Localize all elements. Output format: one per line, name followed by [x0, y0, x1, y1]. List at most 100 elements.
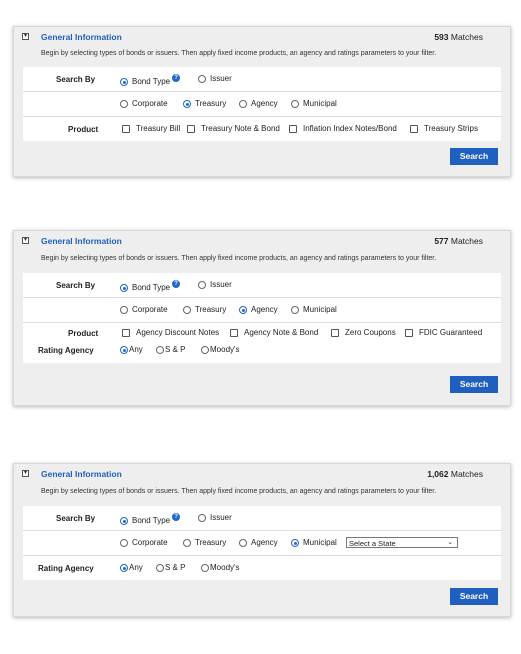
radio-icon[interactable]: [201, 564, 209, 572]
checkbox-inflation-index[interactable]: Inflation Index Notes/Bond: [289, 124, 397, 133]
checkbox-fdic-guaranteed[interactable]: FDIC Guaranteed: [405, 328, 482, 337]
radio-icon[interactable]: [291, 100, 299, 108]
search-button[interactable]: Search: [450, 148, 498, 165]
collapse-toggle-icon[interactable]: ▾: [22, 33, 29, 40]
radio-any[interactable]: Any: [120, 345, 143, 354]
radio-corporate[interactable]: Corporate: [120, 538, 168, 547]
radio-icon[interactable]: [198, 514, 206, 522]
checkbox-icon[interactable]: [410, 125, 418, 133]
help-icon[interactable]: ?: [172, 74, 181, 82]
radio-treasury[interactable]: Treasury: [183, 305, 226, 314]
panel-description: Begin by selecting types of bonds or iss…: [41, 255, 437, 262]
state-select[interactable]: Select a State ⌄: [346, 537, 458, 548]
search-by-row: Search By Bond Type? Issuer: [23, 273, 501, 297]
radio-icon[interactable]: [239, 539, 247, 547]
collapse-toggle-icon[interactable]: ▾: [22, 237, 29, 244]
radio-municipal[interactable]: Municipal: [291, 99, 337, 108]
panel-title[interactable]: General Information: [41, 32, 122, 42]
radio-issuer[interactable]: Issuer: [198, 280, 232, 289]
product-label: Product: [68, 329, 99, 338]
radio-treasury[interactable]: Treasury: [183, 538, 226, 547]
radio-icon-selected[interactable]: [239, 306, 247, 314]
radio-icon[interactable]: [120, 539, 128, 547]
radio-icon-selected[interactable]: [120, 517, 128, 525]
radio-municipal[interactable]: Municipal: [291, 538, 337, 547]
radio-icon[interactable]: [201, 346, 209, 354]
rating-agency-label: Rating Agency: [38, 564, 94, 573]
rating-agency-row: Rating Agency Any S & P Moody's: [23, 343, 501, 363]
radio-bond-type[interactable]: Bond Type?: [120, 513, 181, 525]
search-button[interactable]: Search: [450, 588, 498, 605]
checkbox-treasury-note-bond[interactable]: Treasury Note & Bond: [187, 124, 280, 133]
radio-any[interactable]: Any: [120, 563, 143, 572]
radio-icon[interactable]: [120, 306, 128, 314]
radio-icon[interactable]: [239, 100, 247, 108]
checkbox-icon[interactable]: [122, 125, 130, 133]
radio-icon-selected[interactable]: [120, 564, 128, 572]
checkbox-icon[interactable]: [331, 329, 339, 337]
radio-moodys[interactable]: Moody's: [201, 563, 240, 572]
radio-icon-selected[interactable]: [291, 539, 299, 547]
search-by-row: Search By Bond Type? Issuer: [23, 506, 501, 530]
radio-icon-selected[interactable]: [183, 100, 191, 108]
radio-icon[interactable]: [198, 281, 206, 289]
radio-corporate[interactable]: Corporate: [120, 99, 168, 108]
checkbox-icon[interactable]: [230, 329, 238, 337]
radio-icon-selected[interactable]: [120, 284, 128, 292]
product-row: Product Treasury Bill Treasury Note & Bo…: [23, 116, 501, 141]
radio-bond-type[interactable]: Bond Type?: [120, 74, 181, 86]
radio-municipal[interactable]: Municipal: [291, 305, 337, 314]
product-row: Product Agency Discount Notes Agency Not…: [23, 322, 501, 343]
radio-icon-selected[interactable]: [120, 346, 128, 354]
state-dropdown[interactable]: Select a State ⌄: [346, 537, 458, 548]
checkbox-treasury-bill[interactable]: Treasury Bill: [122, 124, 180, 133]
rating-agency-label: Rating Agency: [38, 346, 94, 355]
bond-type-row: Corporate Treasury Agency Municipal Sele…: [23, 530, 501, 555]
radio-icon[interactable]: [198, 75, 206, 83]
search-by-label: Search By: [56, 75, 96, 84]
chevron-down-icon: ⌄: [447, 539, 453, 546]
radio-sp[interactable]: S & P: [156, 563, 185, 572]
radio-agency[interactable]: Agency: [239, 305, 278, 314]
checkbox-icon[interactable]: [122, 329, 130, 337]
checkbox-agency-discount-notes[interactable]: Agency Discount Notes: [122, 328, 219, 337]
radio-icon[interactable]: [183, 539, 191, 547]
filter-panel-municipal: ▾ General Information 1,062 Matches Begi…: [13, 463, 511, 617]
filter-panel-treasury: ▾ General Information 593 Matches Begin …: [13, 26, 511, 177]
radio-icon[interactable]: [156, 564, 164, 572]
radio-icon[interactable]: [291, 306, 299, 314]
radio-issuer[interactable]: Issuer: [198, 513, 232, 522]
help-icon[interactable]: ?: [172, 513, 181, 521]
checkbox-icon[interactable]: [187, 125, 195, 133]
radio-bond-type[interactable]: Bond Type?: [120, 280, 181, 292]
filter-rows: Search By Bond Type? Issuer Corporate Tr…: [23, 67, 501, 141]
panel-header: ▾ General Information 577 Matches: [14, 231, 510, 248]
radio-sp[interactable]: S & P: [156, 345, 185, 354]
search-by-label: Search By: [56, 514, 96, 523]
checkbox-treasury-strips[interactable]: Treasury Strips: [410, 124, 478, 133]
radio-agency[interactable]: Agency: [239, 538, 278, 547]
checkbox-icon[interactable]: [289, 125, 297, 133]
radio-moodys[interactable]: Moody's: [201, 345, 240, 354]
checkbox-icon[interactable]: [405, 329, 413, 337]
radio-icon[interactable]: [156, 346, 164, 354]
filter-rows: Search By Bond Type? Issuer Corporate Tr…: [23, 506, 501, 580]
search-by-row: Search By Bond Type? Issuer: [23, 67, 501, 91]
radio-issuer[interactable]: Issuer: [198, 74, 232, 83]
radio-icon[interactable]: [183, 306, 191, 314]
help-icon[interactable]: ?: [172, 280, 181, 288]
checkbox-zero-coupons[interactable]: Zero Coupons: [331, 328, 396, 337]
radio-agency[interactable]: Agency: [239, 99, 278, 108]
radio-treasury[interactable]: Treasury: [183, 99, 226, 108]
checkbox-agency-note-bond[interactable]: Agency Note & Bond: [230, 328, 318, 337]
collapse-toggle-icon[interactable]: ▾: [22, 470, 29, 477]
bond-type-row: Corporate Treasury Agency Municipal: [23, 297, 501, 322]
panel-header: ▾ General Information 1,062 Matches: [14, 464, 510, 481]
panel-title[interactable]: General Information: [41, 236, 122, 246]
panel-description: Begin by selecting types of bonds or iss…: [41, 50, 437, 57]
panel-title[interactable]: General Information: [41, 469, 122, 479]
radio-icon-selected[interactable]: [120, 78, 128, 86]
radio-icon[interactable]: [120, 100, 128, 108]
search-button[interactable]: Search: [450, 376, 498, 393]
radio-corporate[interactable]: Corporate: [120, 305, 168, 314]
